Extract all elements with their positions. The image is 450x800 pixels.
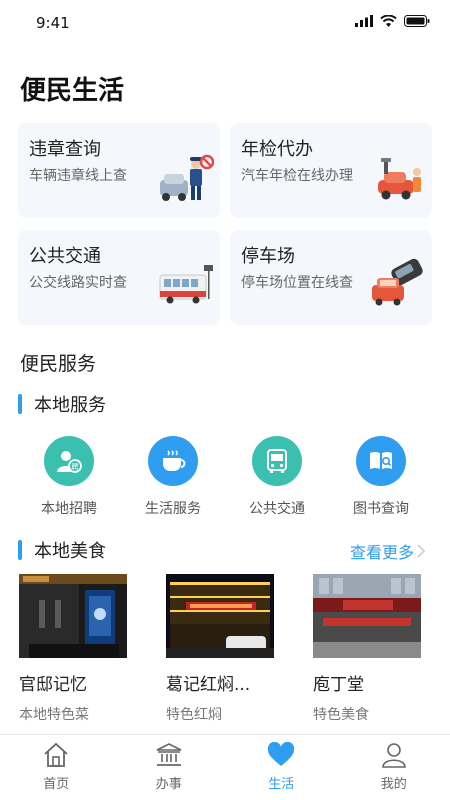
- card-violation-query[interactable]: 违章查询 车辆违章线上查: [18, 123, 220, 218]
- food-desc: 特色红焖: [166, 707, 222, 723]
- food-item[interactable]: 葛记红焖... 特色红焖: [166, 574, 276, 724]
- tab-mine[interactable]: 我的: [338, 735, 450, 800]
- tab-label: 生活: [268, 777, 295, 792]
- service-life[interactable]: 生活服务: [121, 436, 225, 518]
- page-title: 便民生活: [20, 76, 125, 106]
- card-subtitle: 汽车年检在线办理: [241, 168, 353, 184]
- coffee-cup-icon: [148, 436, 198, 486]
- card-public-transport[interactable]: 公共交通 公交线路实时查: [18, 230, 220, 325]
- recruitment-icon: 聘: [44, 436, 94, 486]
- tab-label: 首页: [43, 777, 70, 792]
- tab-life[interactable]: 生活: [225, 735, 338, 800]
- user-icon: [381, 743, 406, 768]
- status-bar: 9:41: [0, 0, 450, 48]
- book-search-icon: [356, 436, 406, 486]
- card-title: 违章查询: [29, 139, 101, 160]
- card-title: 公共交通: [29, 246, 101, 267]
- car-inspection-icon: [378, 158, 421, 200]
- header-accent-bar: [18, 394, 22, 414]
- home-icon: [44, 742, 68, 767]
- status-time: 9:41: [36, 14, 70, 32]
- food-desc: 特色美食: [313, 707, 369, 723]
- service-public-transport[interactable]: 公共交通: [225, 436, 329, 518]
- service-book-query[interactable]: 图书查询: [329, 436, 433, 518]
- card-parking[interactable]: 停车场 停车场位置在线查: [230, 230, 432, 325]
- battery-icon: [404, 15, 430, 27]
- view-more-link[interactable]: 查看更多: [350, 539, 428, 563]
- header-accent-bar: [18, 540, 22, 560]
- card-annual-inspection[interactable]: 年检代办 汽车年检在线办理: [230, 123, 432, 218]
- service-label: 公共交通: [249, 501, 305, 517]
- card-title: 停车场: [241, 246, 295, 267]
- chevron-right-icon: [417, 544, 426, 558]
- view-more-label: 查看更多: [349, 543, 414, 562]
- service-label: 本地招聘: [41, 501, 97, 517]
- service-recruitment[interactable]: 聘 本地招聘: [17, 436, 121, 518]
- tab-home[interactable]: 首页: [0, 735, 113, 800]
- card-subtitle: 公交线路实时查: [29, 275, 127, 291]
- card-title: 年检代办: [241, 139, 313, 160]
- food-image-paodingtang: [313, 574, 421, 658]
- local-food-header: 本地美食: [18, 538, 106, 562]
- cellular-signal-icon: [355, 15, 373, 27]
- local-food-title: 本地美食: [34, 541, 106, 562]
- tab-label: 我的: [380, 777, 407, 792]
- food-item[interactable]: 庖丁堂 特色美食: [313, 574, 423, 724]
- food-name: 庖丁堂: [313, 675, 364, 695]
- heart-icon: [268, 742, 295, 766]
- local-services-title: 本地服务: [34, 395, 106, 416]
- bus-icon: [252, 436, 302, 486]
- government-building-icon: [156, 743, 182, 766]
- svg-text:聘: 聘: [72, 462, 79, 471]
- tab-label: 办事: [155, 777, 182, 792]
- food-name: 葛记红焖...: [166, 675, 251, 695]
- local-services-header: 本地服务: [18, 392, 106, 416]
- service-label: 图书查询: [353, 501, 409, 517]
- traffic-police-icon: [160, 154, 214, 201]
- food-desc: 本地特色菜: [19, 707, 89, 723]
- tab-affairs[interactable]: 办事: [113, 735, 226, 800]
- wifi-icon: [380, 15, 397, 27]
- service-label: 生活服务: [145, 501, 201, 517]
- food-item[interactable]: 官邸记忆 本地特色菜: [19, 574, 129, 724]
- food-image-guandi: [19, 574, 127, 658]
- bottom-tab-bar: 首页 办事 生活 我的: [0, 734, 450, 800]
- parking-car-icon: [372, 258, 423, 306]
- bus-illustration-icon: [159, 265, 213, 304]
- food-image-geji: [166, 574, 274, 658]
- food-name: 官邸记忆: [19, 675, 87, 695]
- card-subtitle: 停车场位置在线查: [241, 275, 353, 291]
- card-subtitle: 车辆违章线上查: [29, 168, 127, 184]
- services-section-title: 便民服务: [20, 353, 97, 375]
- status-icons: [355, 15, 430, 27]
